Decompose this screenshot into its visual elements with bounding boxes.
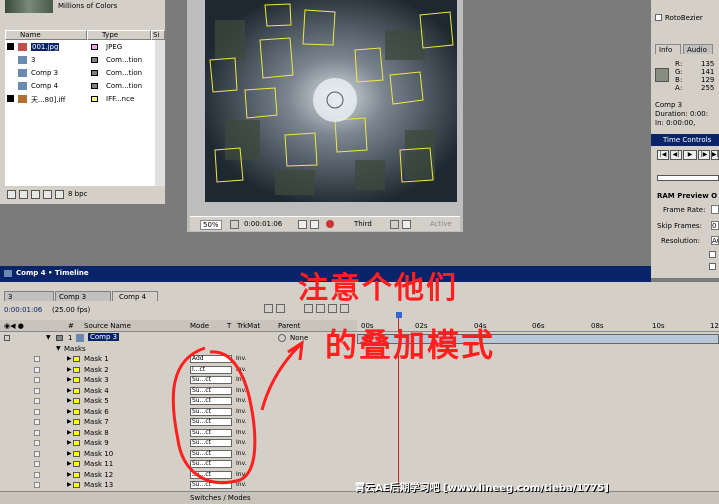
watermark: 霄云AE后期学习吧 [www.lineeg.com/tieba/1775] bbox=[355, 483, 609, 494]
annotation-text-line1: 注意个他们 bbox=[298, 271, 458, 306]
hand-drawn-annotation bbox=[171, 340, 304, 485]
annotation-arrow bbox=[260, 340, 304, 411]
annotation-text-line2: 的叠加模式 bbox=[325, 326, 496, 364]
annotation-circle bbox=[171, 346, 257, 485]
